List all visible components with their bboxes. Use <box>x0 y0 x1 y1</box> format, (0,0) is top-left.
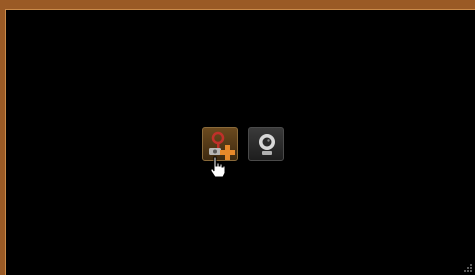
webcam-icon <box>259 134 275 155</box>
webcam-button[interactable] <box>248 127 284 161</box>
resize-grip-icon[interactable] <box>463 263 473 273</box>
window-frame <box>0 0 475 275</box>
hand-pointer-icon <box>210 156 226 178</box>
video-viewport <box>5 9 475 275</box>
